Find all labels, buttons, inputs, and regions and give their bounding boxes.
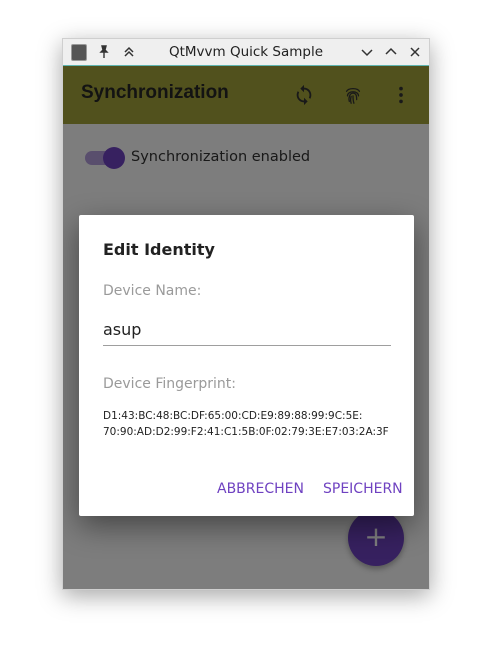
close-icon[interactable]: [407, 44, 423, 60]
fingerprint-line-2: 70:90:AD:D2:99:F2:41:C1:5B:0F:02:79:3E:E…: [103, 426, 389, 438]
cancel-button[interactable]: ABBRECHEN: [217, 481, 304, 497]
maximize-icon[interactable]: [383, 44, 399, 60]
fingerprint-value: D1:43:BC:48:BC:DF:65:00:CD:E9:89:88:99:9…: [103, 408, 403, 440]
device-name-input[interactable]: [103, 313, 391, 346]
window-titlebar[interactable]: QtMvvm Quick Sample: [63, 39, 429, 66]
app-window: QtMvvm Quick Sample Synchronization: [62, 38, 430, 590]
app-icon[interactable]: [71, 43, 87, 61]
pin-icon[interactable]: [96, 44, 112, 60]
fingerprint-line-1: D1:43:BC:48:BC:DF:65:00:CD:E9:89:88:99:9…: [103, 410, 363, 422]
minimize-icon[interactable]: [359, 44, 375, 60]
fingerprint-label: Device Fingerprint:: [103, 376, 236, 392]
keep-above-icon[interactable]: [121, 44, 137, 60]
device-name-label: Device Name:: [103, 283, 202, 299]
save-button[interactable]: SPEICHERN: [323, 481, 403, 497]
dialog-title: Edit Identity: [103, 240, 215, 259]
edit-identity-dialog: Edit Identity Device Name: Device Finger…: [79, 215, 414, 516]
app-content: Synchronization Synchronization enab: [63, 66, 429, 589]
